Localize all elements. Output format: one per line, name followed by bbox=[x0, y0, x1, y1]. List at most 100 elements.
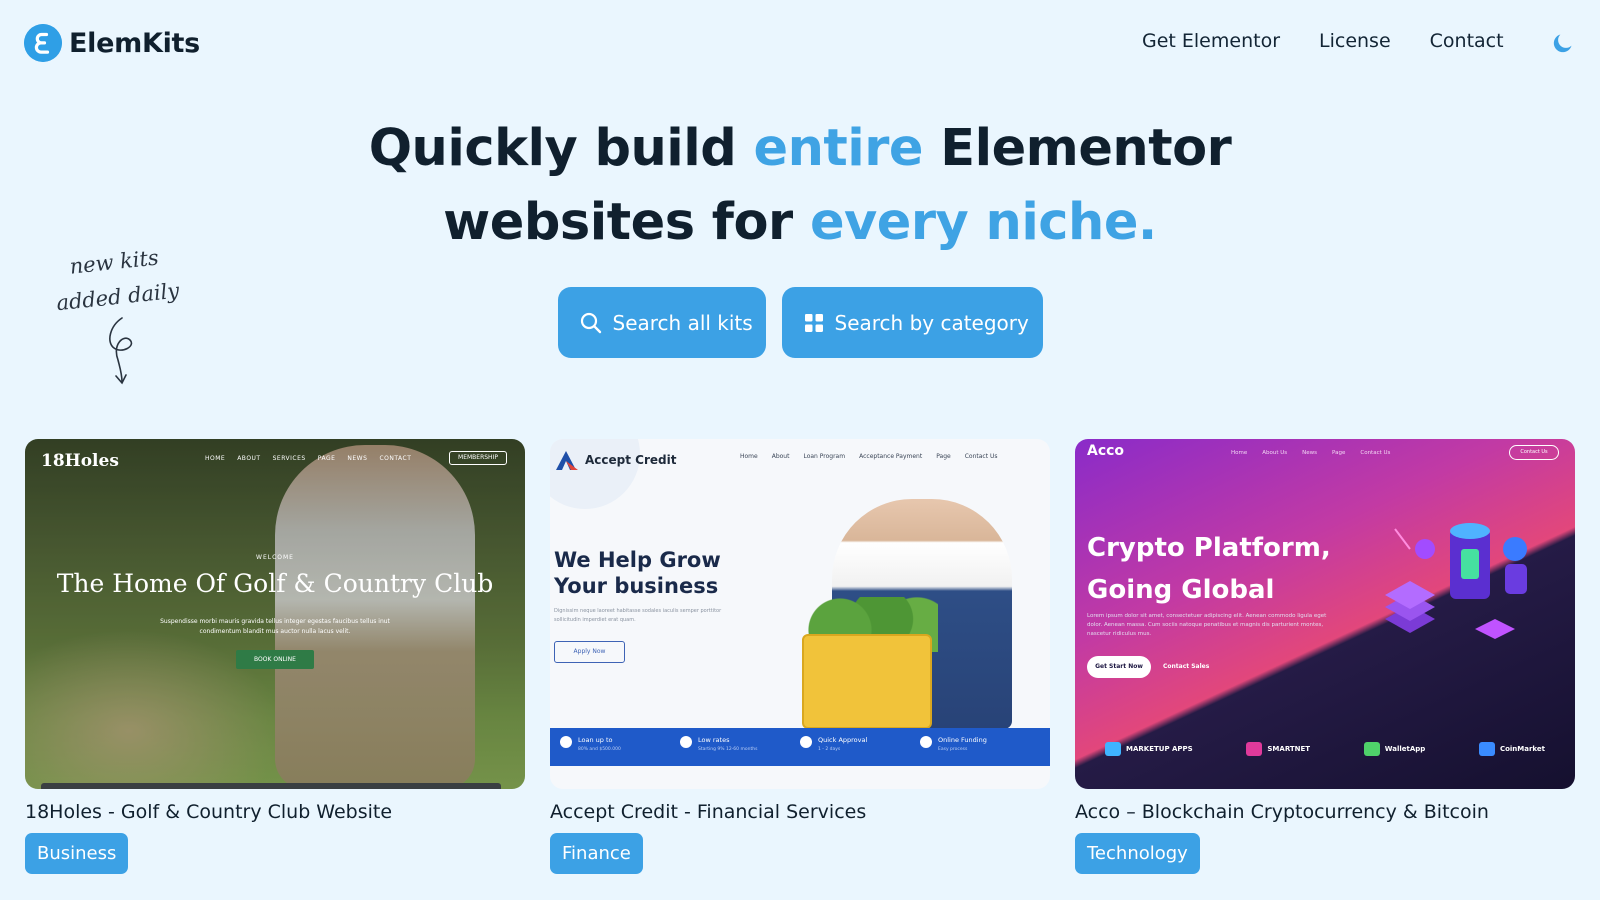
preview-feature-strip: Loan up to 80% and $500.000 Low rates Star… bbox=[550, 728, 1050, 766]
brand-name: ElemKits bbox=[69, 27, 200, 59]
preview-heading: The Home Of Golf & Country Club bbox=[56, 569, 494, 598]
preview-nav: Home About Loan Program Acceptance Payment P… bbox=[740, 453, 1012, 460]
category-badge[interactable]: Business bbox=[25, 833, 129, 874]
category-badge[interactable]: Finance bbox=[550, 833, 643, 874]
feature-label: Low rates bbox=[698, 736, 730, 744]
preview-subtext: Suspendisse morbi mauris gravida tellus … bbox=[160, 618, 390, 635]
preview-nav-item: ABOUT bbox=[237, 455, 261, 462]
headline-highlight: entire bbox=[753, 119, 924, 178]
brand-logo[interactable]: ElemKits bbox=[24, 24, 200, 62]
main-nav: Get Elementor License Contact bbox=[1142, 30, 1504, 52]
preview-heading-line: Going Global bbox=[1087, 575, 1275, 605]
elemkits-logo-icon bbox=[24, 24, 62, 62]
kit-card: Accept Credit Home About Loan Program Accep… bbox=[550, 439, 1050, 874]
preview-scrollbar bbox=[41, 783, 501, 789]
feature-label: Online Funding bbox=[938, 736, 987, 744]
kit-thumbnail[interactable]: Acco Home About Us News Page Contact Us Cont… bbox=[1075, 439, 1575, 789]
nav-license[interactable]: License bbox=[1319, 30, 1391, 52]
category-badge[interactable]: Technology bbox=[1075, 833, 1200, 874]
search-by-category-button[interactable]: Search by category bbox=[781, 287, 1043, 358]
preview-feature: Low rates Starting 9% 12-60 months bbox=[680, 736, 800, 758]
partner-name: CoinMarket bbox=[1499, 745, 1545, 753]
kit-thumbnail[interactable]: Accept Credit Home About Loan Program Accep… bbox=[550, 439, 1050, 789]
preview-nav-item: NEWS bbox=[347, 455, 368, 462]
new-kits-note: new kits added daily bbox=[43, 238, 190, 322]
feature-sub: Starting 9% 12-60 months bbox=[698, 747, 758, 752]
site-header: ElemKits Get Elementor License Contact bbox=[0, 0, 1600, 88]
grid-icon bbox=[804, 313, 823, 332]
preview-nav-item: HOME bbox=[205, 455, 226, 462]
preview-nav-item: About Us bbox=[1262, 450, 1288, 456]
preview-get-start-button: Get Start Now bbox=[1087, 656, 1151, 678]
preview-nav-item: Page bbox=[1332, 450, 1346, 456]
feature-sub: 1 - 2 days bbox=[818, 747, 841, 752]
partner-logo: WalletApp bbox=[1363, 742, 1426, 756]
search-by-category-label: Search by category bbox=[834, 310, 1029, 335]
preview-apply-button: Apply Now bbox=[554, 641, 625, 663]
search-all-kits-label: Search all kits bbox=[612, 310, 753, 335]
hero-headline: Quickly build entire Elementor websites … bbox=[0, 112, 1600, 260]
preview-nav-item: SERVICES bbox=[272, 455, 306, 462]
feature-sub: Easy process bbox=[938, 747, 968, 752]
yellow-crate bbox=[802, 634, 932, 729]
headline-text: Elementor bbox=[923, 119, 1232, 178]
preview-brand: Accept Credit bbox=[554, 449, 676, 471]
partner-name: SMARTNET bbox=[1267, 745, 1311, 753]
preview-brand: Acco bbox=[1087, 443, 1125, 459]
preview-nav-item: PAGE bbox=[317, 455, 336, 462]
nav-contact[interactable]: Contact bbox=[1430, 30, 1504, 52]
preview-subtext: Lorem ipsum dolor sit amet, consectetuer… bbox=[1087, 613, 1327, 637]
preview-heading: We Help Grow Your business bbox=[554, 547, 721, 599]
headline-highlight: every niche. bbox=[809, 193, 1157, 252]
kit-card: Acco Home About Us News Page Contact Us Cont… bbox=[1075, 439, 1575, 874]
feature-label: Quick Approval bbox=[818, 736, 868, 744]
preview-nav-item: Home bbox=[1231, 450, 1248, 456]
preview-heading-line: Crypto Platform, bbox=[1087, 533, 1331, 563]
partner-logo: SMARTNET bbox=[1246, 742, 1310, 756]
preview-nav: Home About Us News Page Contact Us bbox=[1231, 450, 1405, 456]
preview-contact-button: Contact Us bbox=[1509, 445, 1559, 460]
hero-actions: Search all kits Search by category bbox=[0, 287, 1600, 358]
preview-subtext: Dignissim neque laoreet habitasse sodale… bbox=[554, 608, 722, 623]
preview-heading-line: We Help Grow bbox=[554, 548, 721, 572]
partner-logo: CoinMarket bbox=[1478, 742, 1545, 756]
check-icon bbox=[920, 736, 932, 748]
search-all-kits-button[interactable]: Search all kits bbox=[557, 287, 766, 358]
headline-text: Quickly build bbox=[368, 119, 754, 178]
kit-thumbnail[interactable]: 18Holes HOME ABOUT SERVICES PAGE NEWS CONTACT… bbox=[25, 439, 525, 789]
preview-heading-line: Your business bbox=[554, 574, 719, 598]
preview-nav-item: Page bbox=[936, 453, 951, 460]
curly-arrow-icon bbox=[109, 317, 133, 385]
preview-nav-item: Contact Us bbox=[964, 453, 998, 460]
preview-nav-item: Loan Program bbox=[803, 453, 846, 460]
preview-feature: Online Funding Easy process bbox=[920, 736, 1040, 758]
preview-book-button: BOOK ONLINE bbox=[236, 650, 314, 669]
preview-nav: HOME ABOUT SERVICES PAGE NEWS CONTACT bbox=[205, 455, 423, 462]
preview-brand-text: Accept Credit bbox=[585, 453, 677, 467]
kit-card: 18Holes HOME ABOUT SERVICES PAGE NEWS CONTACT… bbox=[25, 439, 525, 874]
preview-nav-item: CONTACT bbox=[379, 455, 412, 462]
preview-nav-item: Acceptance Payment bbox=[859, 453, 923, 460]
isometric-crypto-illustration bbox=[1385, 523, 1527, 639]
partner-name: MARKETUP APPS bbox=[1126, 745, 1193, 753]
partner-name: WalletApp bbox=[1384, 745, 1426, 753]
preview-nav-item: About bbox=[771, 453, 790, 460]
kit-title[interactable]: Accept Credit - Financial Services bbox=[550, 801, 1050, 823]
preview-feature: Loan up to 80% and $500.000 bbox=[560, 736, 680, 758]
preview-nav-item: News bbox=[1302, 450, 1318, 456]
kit-title[interactable]: 18Holes - Golf & Country Club Website bbox=[25, 801, 525, 823]
preview-heading: Crypto Platform, Going Global bbox=[1087, 527, 1331, 611]
kit-title[interactable]: Acco – Blockchain Cryptocurrency & Bitco… bbox=[1075, 801, 1575, 823]
preview-brand: 18Holes bbox=[41, 451, 119, 471]
nav-get-elementor[interactable]: Get Elementor bbox=[1142, 30, 1280, 52]
preview-feature: Quick Approval 1 - 2 days bbox=[800, 736, 920, 758]
preview-partner-logos: MARKETUP APPS SMARTNET WalletApp CoinMar… bbox=[1105, 742, 1545, 756]
check-icon bbox=[680, 736, 692, 748]
headline-text: websites for bbox=[443, 193, 810, 252]
preview-membership-button: MEMBERSHIP bbox=[449, 451, 507, 465]
feature-label: Loan up to bbox=[578, 736, 613, 744]
preview-contact-sales-link: Contact Sales bbox=[1163, 663, 1210, 670]
image-overlay bbox=[25, 439, 525, 789]
moon-icon[interactable] bbox=[1551, 31, 1575, 55]
search-icon bbox=[580, 312, 601, 333]
